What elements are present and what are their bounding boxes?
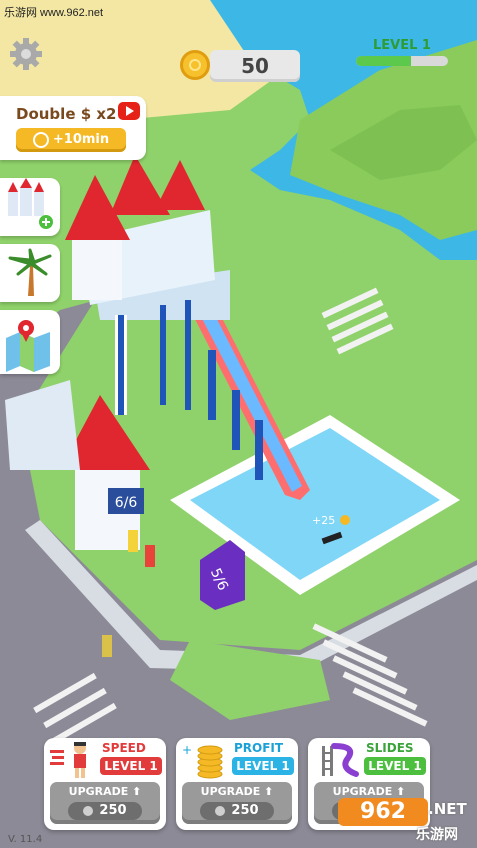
coin-stack-icon: + — [182, 743, 223, 779]
coin-counter: 50 — [180, 48, 300, 84]
profit-upgrade-button[interactable]: UPGRADE ⬆ 250 — [182, 782, 292, 824]
upgrade-panel-speed: SPEED LEVEL 1 UPGRADE ⬆ 250 — [44, 738, 166, 830]
profit-upgrade-label: UPGRADE — [200, 785, 261, 798]
profit-price: 250 — [231, 803, 259, 818]
watermark-text: 乐游网 www.962.net — [4, 7, 104, 19]
speed-level-badge: LEVEL 1 — [100, 757, 162, 775]
coin-value: 50 — [241, 54, 269, 78]
double-money-offer[interactable]: Double $ x2 +10min — [0, 96, 146, 160]
upgrade-arrow-icon: ⬆ — [264, 785, 274, 798]
svg-text:+: + — [182, 743, 192, 757]
level-progress-fill — [356, 56, 412, 66]
upgrade-arrow-icon: ⬆ — [396, 785, 406, 798]
speed-upgrade-button[interactable]: UPGRADE ⬆ 250 — [50, 782, 160, 824]
double-offer-button[interactable]: +10min — [16, 128, 126, 152]
level-progress-bar — [356, 56, 448, 66]
profit-level-badge: LEVEL 1 — [232, 757, 294, 775]
video-icon — [118, 102, 140, 120]
gear-icon[interactable] — [8, 36, 44, 72]
site-logo-watermark: 962 .NET 乐游网 — [332, 798, 472, 844]
logo-suffix: .NET — [428, 800, 467, 818]
logo-sub: 乐游网 — [416, 827, 458, 843]
logo-main: 962 — [338, 798, 428, 826]
upgrade-panel-profit: + PROFIT LEVEL 1 UPGRADE ⬆ 250 — [176, 738, 298, 830]
palm-tree-button[interactable] — [0, 244, 60, 302]
slide-icon — [322, 743, 359, 777]
double-offer-title: Double $ x2 — [16, 105, 117, 123]
slides-title: SLIDES — [366, 741, 414, 755]
float-reward: +25 — [312, 514, 335, 527]
slides-level-badge: LEVEL 1 — [364, 757, 426, 775]
coin-icon — [215, 805, 226, 816]
runner-icon — [50, 742, 86, 778]
speed-upgrade-label: UPGRADE — [68, 785, 129, 798]
speed-title: SPEED — [102, 741, 146, 755]
bottles-button[interactable] — [0, 178, 60, 236]
level-indicator: LEVEL 1 — [356, 38, 448, 66]
upgrade-arrow-icon: ⬆ — [132, 785, 142, 798]
bottles-icon — [8, 178, 53, 229]
coin-icon — [83, 805, 94, 816]
profit-title: PROFIT — [234, 741, 284, 755]
coin-icon — [32, 131, 49, 148]
double-offer-button-label: +10min — [52, 132, 110, 147]
coin-icon — [180, 50, 210, 80]
speed-price: 250 — [99, 803, 127, 818]
level-label: LEVEL 1 — [373, 38, 431, 53]
palm-tree-icon — [8, 248, 52, 296]
slides-upgrade-label: UPGRADE — [332, 785, 393, 798]
map-button[interactable] — [0, 310, 60, 374]
map-icon — [6, 320, 50, 372]
tower-sign: 6/6 — [115, 495, 138, 511]
version-label: V. 11.4 — [8, 834, 43, 845]
